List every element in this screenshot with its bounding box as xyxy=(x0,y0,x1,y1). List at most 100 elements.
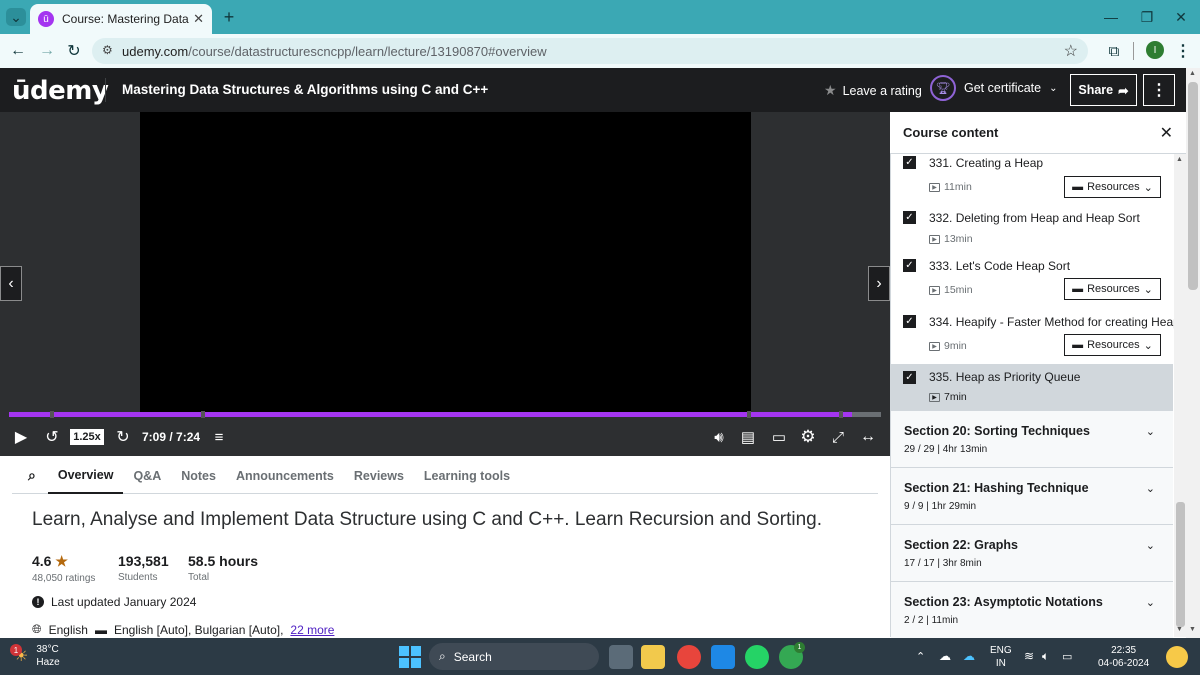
section-header[interactable]: Section 20: Sorting Techniques 29 / 29 |… xyxy=(891,410,1173,467)
tab-learning-tools[interactable]: Learning tools xyxy=(414,458,520,494)
sidebar-scrollbar-thumb[interactable] xyxy=(1176,502,1185,627)
extensions-icon[interactable]: ⧉ xyxy=(1104,41,1124,61)
course-title[interactable]: Mastering Data Structures & Algorithms u… xyxy=(122,82,488,97)
lesson-item[interactable]: ✓ 332. Deleting from Heap and Heap Sort … xyxy=(891,206,1173,258)
scroll-up-icon[interactable]: ▲ xyxy=(1176,156,1183,163)
taskbar-search-label: Search xyxy=(453,649,492,664)
weather-widget[interactable]: ☀ 1 38°C Haze xyxy=(10,643,60,669)
resources-button[interactable]: ▬ Resources ⌄ xyxy=(1064,278,1161,300)
forward-button[interactable]: → xyxy=(37,41,57,61)
back-button[interactable]: ← xyxy=(8,41,28,61)
tab-notes[interactable]: Notes xyxy=(171,458,226,494)
section-header[interactable]: Section 22: Graphs 17 / 17 | 3hr 8min ⌄ xyxy=(891,524,1173,581)
onedrive-icon[interactable]: ☁ xyxy=(939,649,951,663)
scroll-up-icon[interactable]: ▲ xyxy=(1189,70,1196,77)
chrome-icon[interactable]: 1 xyxy=(779,642,805,669)
next-lecture-button[interactable]: › xyxy=(868,266,890,301)
scroll-down-icon[interactable]: ▼ xyxy=(1189,626,1196,633)
lesson-item-active[interactable]: ✓ 335. Heap as Priority Queue ▶ 7min xyxy=(891,364,1173,410)
lesson-duration-row: ▶ 11min xyxy=(929,181,972,193)
more-options-button[interactable]: ⋮ xyxy=(1143,74,1175,106)
input-language[interactable]: ENG IN xyxy=(990,644,1012,670)
section-header[interactable]: Section 21: Hashing Technique 9 / 9 | 1h… xyxy=(891,467,1173,524)
close-window-button[interactable]: ✕ xyxy=(1172,8,1190,26)
whatsapp-icon[interactable] xyxy=(745,645,769,669)
get-certificate-button[interactable]: 🏆︎ Get certificate ⌄ xyxy=(930,75,1058,101)
cloud-sync-icon[interactable]: ☁ xyxy=(963,649,975,663)
sidebar-header: Course content ✕ xyxy=(890,112,1186,154)
fullscreen-icon[interactable]: ⤢ xyxy=(829,428,847,446)
transcript-icon[interactable]: ▤ xyxy=(740,428,756,446)
taskbar-search[interactable]: ⌕ Search xyxy=(429,643,599,670)
tab-reviews[interactable]: Reviews xyxy=(344,458,414,494)
more-languages-link[interactable]: 22 more xyxy=(290,623,334,637)
lesson-item[interactable]: ✓ 331. Creating a Heap ▶ 11min ▬ Resources… xyxy=(891,154,1173,206)
site-info-icon[interactable]: ⚙ xyxy=(102,43,113,57)
browser-tab[interactable]: ū Course: Mastering Data Structu ✕ xyxy=(30,4,212,34)
chrome-profile-icon[interactable] xyxy=(677,645,701,669)
share-button[interactable]: Share ➦ xyxy=(1070,74,1137,106)
checkbox-icon[interactable]: ✓ xyxy=(903,371,916,384)
bookmark-marker[interactable] xyxy=(201,411,205,418)
bookmark-marker[interactable] xyxy=(839,411,843,418)
playback-speed-button[interactable]: 1.25x xyxy=(70,429,104,445)
tab-search-icon[interactable]: ⌄ xyxy=(6,8,26,26)
expand-width-icon[interactable]: ↔ xyxy=(857,428,879,446)
mail-icon[interactable] xyxy=(711,645,735,669)
file-explorer-icon[interactable] xyxy=(641,645,665,669)
previous-lecture-button[interactable]: ‹ xyxy=(0,266,22,301)
tab-announcements[interactable]: Announcements xyxy=(226,458,344,494)
search-icon[interactable]: ⌕ xyxy=(12,458,48,494)
tab-title: Course: Mastering Data Structu xyxy=(62,12,189,26)
checkbox-icon[interactable]: ✓ xyxy=(903,259,916,272)
lesson-item[interactable]: ✓ 334. Heapify - Faster Method for creat… xyxy=(891,310,1180,364)
settings-gear-icon[interactable]: ⚙ xyxy=(799,427,817,446)
add-note-icon[interactable]: ≡ xyxy=(209,428,229,446)
forward-icon[interactable]: ↻ xyxy=(114,428,132,446)
wifi-icon[interactable]: ≋ xyxy=(1024,649,1034,663)
minimize-button[interactable]: — xyxy=(1102,8,1120,26)
play-icon[interactable]: ▶ xyxy=(12,428,30,446)
page-scrollbar-thumb[interactable] xyxy=(1188,82,1198,290)
task-view-icon[interactable] xyxy=(609,645,633,669)
captions-list: English [Auto], Bulgarian [Auto], xyxy=(113,622,284,637)
restore-button[interactable]: ❐ xyxy=(1138,8,1156,26)
checkbox-icon[interactable]: ✓ xyxy=(903,315,916,328)
battery-icon[interactable]: ▭ xyxy=(1062,650,1072,663)
rewind-icon[interactable]: ↺ xyxy=(42,428,62,446)
windows-start-icon[interactable] xyxy=(399,646,421,668)
lesson-item[interactable]: ✓ 333. Let's Code Heap Sort ▶ 15min ▬ Reso… xyxy=(891,254,1173,308)
lesson-duration-row: ▶ 13min xyxy=(929,233,973,245)
resources-button[interactable]: ▬ Resources ⌄ xyxy=(1064,334,1161,356)
close-tab-icon[interactable]: ✕ xyxy=(193,11,204,27)
bookmark-star-icon[interactable]: ☆ xyxy=(1064,41,1078,61)
bookmark-marker[interactable] xyxy=(50,411,54,418)
speaker-icon[interactable]: 🔈︎ xyxy=(1042,649,1049,664)
tab-overview[interactable]: Overview xyxy=(47,458,124,494)
tray-chevron-icon[interactable]: ⌃ xyxy=(916,650,925,663)
address-bar[interactable]: ⚙ udemy.com/course/datastructurescncpp/l… xyxy=(92,38,1088,64)
tab-qa[interactable]: Q&A xyxy=(123,458,171,494)
system-clock[interactable]: 22:35 04-06-2024 xyxy=(1098,644,1149,670)
scroll-down-icon[interactable]: ▼ xyxy=(1176,626,1183,633)
new-tab-button[interactable]: + xyxy=(220,7,238,27)
video-icon: ▶ xyxy=(929,234,940,244)
leave-rating-button[interactable]: ★ Leave a rating xyxy=(824,82,922,99)
section-header[interactable]: Section 23: Asymptotic Notations 2 / 2 |… xyxy=(891,581,1173,638)
chrome-menu-icon[interactable]: ⋮ xyxy=(1174,41,1192,61)
profile-avatar[interactable]: I xyxy=(1146,41,1164,59)
captions-icon[interactable]: ▭ xyxy=(769,428,789,446)
lesson-title: 333. Let's Code Heap Sort xyxy=(929,259,1071,273)
checkbox-icon[interactable]: ✓ xyxy=(903,211,916,224)
video-frame[interactable] xyxy=(140,112,751,412)
bookmark-marker[interactable] xyxy=(747,411,751,418)
reload-button[interactable]: ↻ xyxy=(64,41,84,61)
resources-button[interactable]: ▬ Resources ⌄ xyxy=(1064,176,1161,198)
header-divider xyxy=(105,78,106,102)
udemy-logo[interactable]: ūdemy xyxy=(12,76,109,106)
checkbox-icon[interactable]: ✓ xyxy=(903,156,916,169)
volume-icon[interactable]: 🔊︎ xyxy=(709,428,729,446)
chevron-down-icon: ⌄ xyxy=(1145,540,1155,552)
copilot-icon[interactable] xyxy=(1166,646,1188,668)
close-sidebar-icon[interactable]: ✕ xyxy=(1160,123,1173,143)
